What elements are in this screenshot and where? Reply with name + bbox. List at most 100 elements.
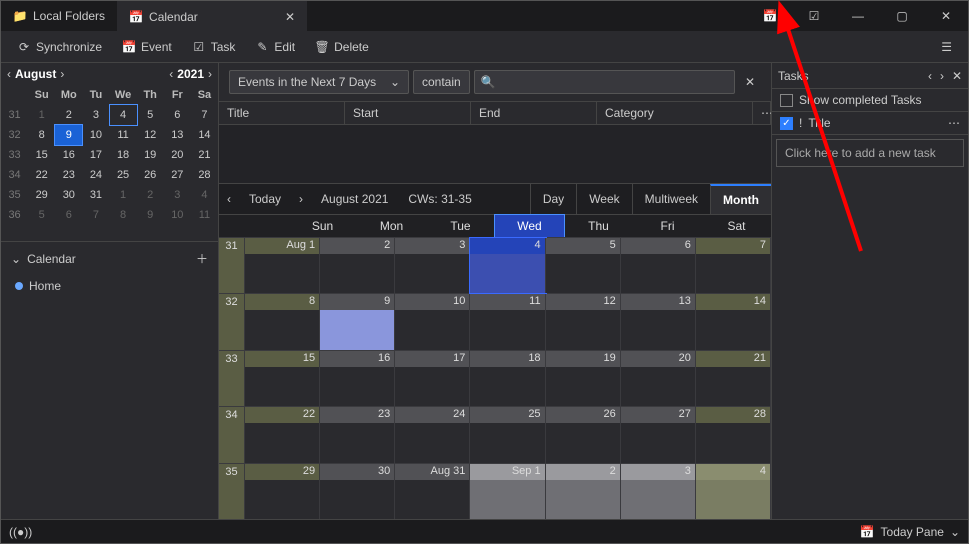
next-month-button[interactable]: › (60, 67, 64, 81)
mini-day-cell[interactable]: 27 (164, 165, 191, 185)
day-cell[interactable]: 15 (245, 351, 320, 406)
prev-month-button[interactable]: ‹ (7, 67, 11, 81)
window-minimize[interactable]: — (836, 1, 880, 31)
mini-day-cell[interactable]: 19 (137, 145, 164, 165)
mini-day-cell[interactable]: 20 (164, 145, 191, 165)
add-calendar-button[interactable]: ＋ (196, 250, 208, 267)
day-cell[interactable]: 11 (470, 294, 545, 349)
mini-day-cell[interactable]: 17 (82, 145, 109, 165)
day-cell[interactable]: 14 (696, 294, 771, 349)
today-pane-toggle[interactable]: 📅 Today Pane ⌄ (860, 525, 960, 539)
mini-day-cell[interactable]: 14 (191, 125, 218, 145)
mini-day-cell[interactable]: 25 (110, 165, 137, 185)
window-close[interactable]: ✕ (924, 1, 968, 31)
mini-year-label[interactable]: 2021 (177, 67, 204, 81)
day-cell[interactable]: 18 (470, 351, 545, 406)
mini-day-cell[interactable]: 11 (110, 125, 137, 145)
event-search-input[interactable]: 🔍 (474, 70, 735, 94)
prev-year-button[interactable]: ‹ (169, 67, 173, 81)
tasks-pane-button[interactable]: ☑ (792, 1, 836, 31)
mini-day-cell[interactable]: 3 (82, 105, 109, 125)
connection-icon[interactable]: ((●)) (9, 525, 32, 539)
day-cell[interactable]: 12 (546, 294, 621, 349)
today-button[interactable]: Today (239, 192, 291, 206)
col-category[interactable]: Category (597, 102, 753, 124)
mini-day-cell[interactable]: 5 (137, 105, 164, 125)
mini-day-cell[interactable]: 21 (191, 145, 218, 165)
day-cell[interactable]: Sep 1 (470, 464, 545, 519)
calendar-pane-button[interactable]: 📅 (748, 1, 792, 31)
day-cell[interactable]: 6 (621, 238, 696, 293)
col-start[interactable]: Start (345, 102, 471, 124)
day-cell[interactable]: Aug 1 (245, 238, 320, 293)
mini-day-cell[interactable]: 18 (110, 145, 137, 165)
col-end[interactable]: End (471, 102, 597, 124)
view-mode-tab[interactable]: Multiweek (632, 184, 710, 214)
mini-day-cell[interactable]: 4 (110, 105, 137, 125)
mini-day-cell[interactable]: 23 (55, 165, 82, 185)
tasks-next-button[interactable]: › (940, 69, 944, 83)
clear-search-button[interactable]: ✕ (739, 75, 761, 89)
mini-month-label[interactable]: August (15, 67, 56, 81)
mini-day-cell[interactable]: 31 (82, 185, 109, 205)
mini-day-cell[interactable]: 5 (28, 205, 55, 225)
events-range-dropdown[interactable]: Events in the Next 7 Days⌄ (229, 70, 409, 94)
day-cell[interactable]: 3 (395, 238, 470, 293)
mini-day-cell[interactable]: 16 (55, 145, 82, 165)
day-cell[interactable]: 24 (395, 407, 470, 462)
mini-day-cell[interactable]: 13 (164, 125, 191, 145)
view-mode-tab[interactable]: Day (530, 184, 576, 214)
prev-period-button[interactable]: ‹ (219, 192, 239, 206)
mini-day-cell[interactable]: 2 (55, 105, 82, 125)
view-mode-tab[interactable]: Month (710, 184, 771, 214)
day-cell[interactable]: 5 (546, 238, 621, 293)
day-cell[interactable]: 21 (696, 351, 771, 406)
day-cell[interactable]: 27 (621, 407, 696, 462)
day-cell[interactable]: 28 (696, 407, 771, 462)
show-completed-checkbox[interactable]: Show completed Tasks (772, 89, 968, 111)
day-cell[interactable]: 7 (696, 238, 771, 293)
calendar-section-header[interactable]: ⌄Calendar ＋ (1, 242, 218, 275)
day-cell[interactable]: 4 (470, 238, 545, 293)
next-year-button[interactable]: › (208, 67, 212, 81)
col-picker-button[interactable]: ⋯ (948, 116, 960, 130)
mini-day-cell[interactable]: 3 (164, 185, 191, 205)
mini-day-cell[interactable]: 8 (28, 125, 55, 145)
day-cell[interactable]: 25 (470, 407, 545, 462)
mini-day-cell[interactable]: 9 (55, 125, 82, 145)
mini-day-cell[interactable]: 9 (137, 205, 164, 225)
mini-day-cell[interactable]: 26 (137, 165, 164, 185)
day-cell[interactable]: 8 (245, 294, 320, 349)
mini-day-cell[interactable]: 12 (137, 125, 164, 145)
day-cell[interactable]: Aug 31 (395, 464, 470, 519)
mini-day-cell[interactable]: 7 (82, 205, 109, 225)
mini-day-cell[interactable]: 30 (55, 185, 82, 205)
day-cell[interactable]: 16 (320, 351, 395, 406)
mini-day-cell[interactable]: 7 (191, 105, 218, 125)
day-cell[interactable]: 17 (395, 351, 470, 406)
tasks-prev-button[interactable]: ‹ (928, 69, 932, 83)
add-task-input[interactable]: Click here to add a new task (776, 139, 964, 167)
window-maximize[interactable]: ▢ (880, 1, 924, 31)
mini-day-cell[interactable]: 15 (28, 145, 55, 165)
day-cell[interactable]: 20 (621, 351, 696, 406)
mini-day-cell[interactable]: 4 (191, 185, 218, 205)
new-event-button[interactable]: 📅Event (114, 36, 180, 58)
day-cell[interactable]: 3 (621, 464, 696, 519)
day-cell[interactable]: 10 (395, 294, 470, 349)
app-menu-button[interactable]: ☰ (933, 36, 960, 58)
calendar-list-item[interactable]: Home (1, 275, 218, 297)
day-cell[interactable]: 13 (621, 294, 696, 349)
edit-button[interactable]: ✎Edit (247, 36, 303, 58)
mini-day-cell[interactable]: 29 (28, 185, 55, 205)
col-title[interactable]: Title (219, 102, 345, 124)
day-cell[interactable]: 2 (546, 464, 621, 519)
mini-day-cell[interactable]: 6 (164, 105, 191, 125)
mini-day-cell[interactable]: 2 (137, 185, 164, 205)
tasks-column-header[interactable]: ✓ ! Title ⋯ (772, 111, 968, 135)
delete-button[interactable]: 🗑Delete (307, 36, 377, 58)
contain-dropdown[interactable]: contain (413, 70, 470, 94)
day-cell[interactable]: 29 (245, 464, 320, 519)
tasks-close-button[interactable]: ✕ (952, 69, 962, 83)
day-cell[interactable]: 4 (696, 464, 771, 519)
